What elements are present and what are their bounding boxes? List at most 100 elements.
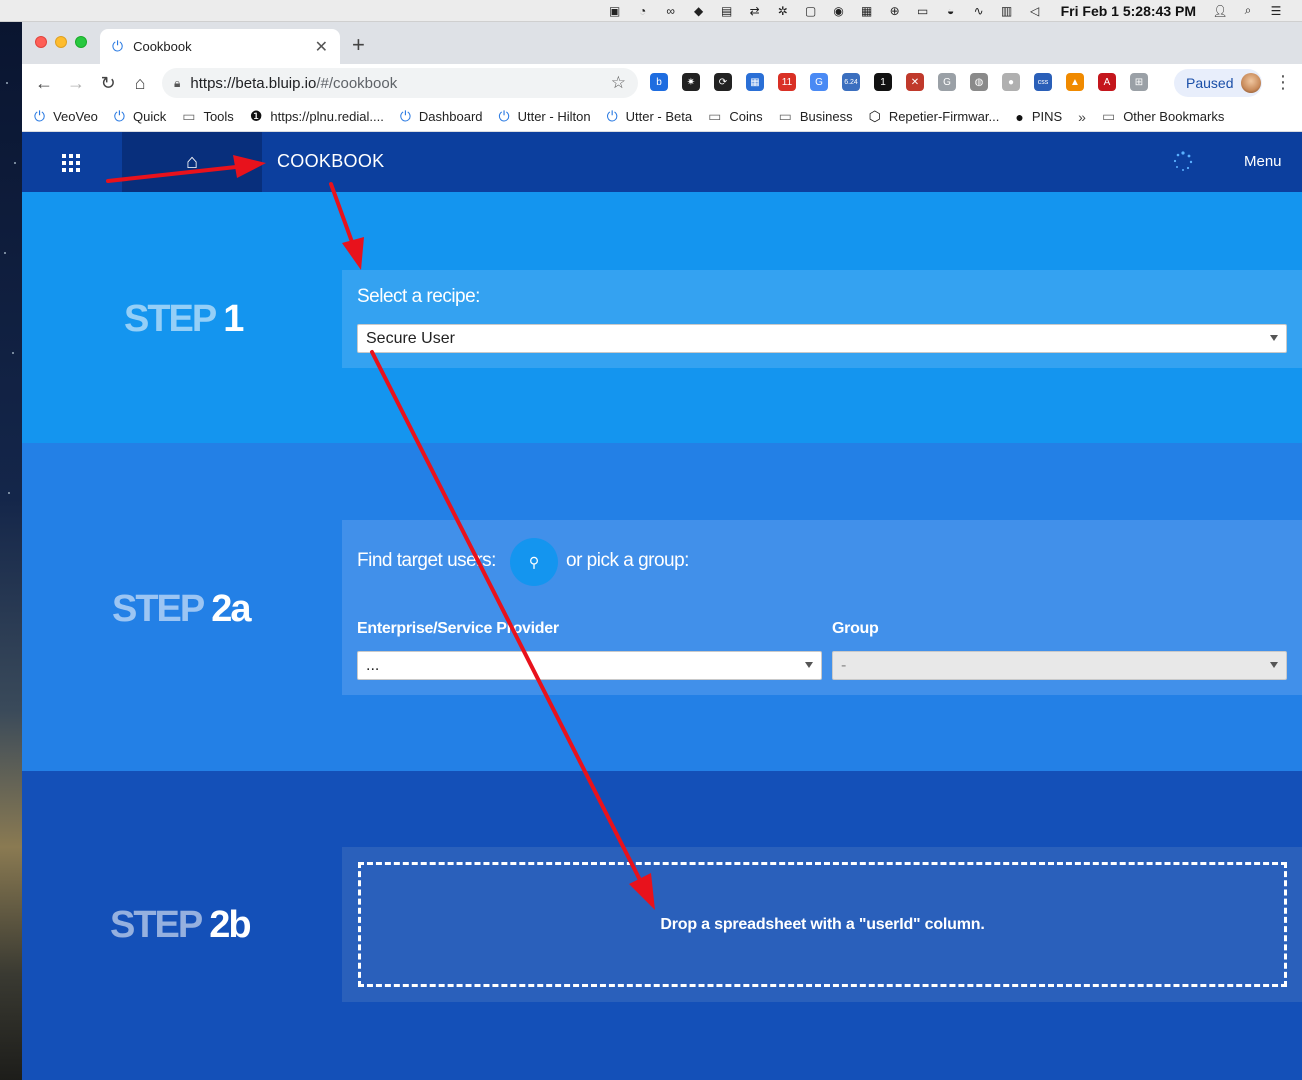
tab-cookbook[interactable]: ⏻ Cookbook ✕ — [100, 29, 340, 64]
mac-menubar: ▣ ◔ ∞ ◆ ▤ ⇄ ✲ ▢ ◉ ▦ ⊕ ▭ ◒ ∿ ▥ ◁ Fri Feb 1 5:28:43 PM 👤︎… — [0, 0, 1302, 22]
reload-button[interactable]: ↻ — [92, 73, 124, 94]
display-icon[interactable]: ▭ — [914, 4, 932, 18]
timer-icon[interactable]: ◔ — [634, 4, 652, 18]
zoom-window-button[interactable] — [75, 36, 87, 48]
bookmark-item[interactable]: ▭ Business — [779, 108, 853, 125]
profile-status: Paused — [1186, 75, 1234, 91]
cc-icon[interactable]: ▣ — [606, 4, 624, 18]
bookmark-label: Repetier-Firmwar... — [888, 109, 1000, 124]
calendar-grid-icon[interactable]: ▦ — [746, 73, 764, 91]
recipe-select[interactable]: Secure User — [357, 324, 1287, 353]
globe-ext-icon[interactable]: ◍ — [970, 73, 988, 91]
grid-icon[interactable]: ▦ — [858, 4, 876, 18]
minimize-window-button[interactable] — [55, 36, 67, 48]
bookmark-item[interactable]: ⏻ Quick — [114, 108, 166, 125]
group-select[interactable]: - — [832, 651, 1287, 680]
spreadsheet-dropzone[interactable]: Drop a spreadsheet with a "userId" colum… — [358, 862, 1287, 987]
apps-grid-icon[interactable] — [62, 154, 80, 172]
avatar — [1241, 73, 1262, 93]
bookmark-item[interactable]: ⏻ Utter - Hilton — [499, 108, 591, 125]
spotlight-search-icon[interactable]: ⌕ — [1239, 3, 1257, 18]
apps-ext-icon[interactable]: ⊞ — [1130, 73, 1148, 91]
docker-icon[interactable]: ▤ — [718, 4, 736, 18]
screen-icon[interactable]: ▢ — [802, 4, 820, 18]
tab-title: Cookbook — [133, 39, 192, 54]
pdf-icon[interactable]: A — [1098, 73, 1116, 91]
bookmark-item[interactable]: ⏻ Dashboard — [400, 108, 483, 125]
creative-cloud-icon[interactable]: ∞ — [662, 4, 680, 18]
teamviewer-icon[interactable]: ⇄ — [746, 4, 764, 18]
status-tray: ▣ ◔ ∞ ◆ ▤ ⇄ ✲ ▢ ◉ ▦ ⊕ ▭ ◒ ∿ ▥ ◁ — [601, 4, 1049, 18]
bookmark-item[interactable]: ⏻ Utter - Beta — [607, 108, 693, 125]
search-users-button[interactable]: ⚲ — [510, 538, 558, 586]
folder-icon: ▭ — [182, 108, 196, 124]
power-icon: ⏻ — [606, 108, 618, 124]
speed-icon[interactable]: 6.24 — [842, 73, 860, 91]
profile-button[interactable]: Paused — [1174, 69, 1262, 97]
browser-window: ⏻ Cookbook ✕ + ← → ↻ ⌂ 🔒︎ https://beta.b… — [22, 22, 1302, 1080]
back-button[interactable]: ← — [28, 73, 60, 94]
new-tab-button[interactable]: + — [352, 32, 365, 58]
folder-icon: ▭ — [708, 108, 722, 124]
desktop-background — [0, 22, 22, 1080]
address-bar[interactable]: 🔒︎ https://beta.bluip.io/#/cookbook ☆ — [162, 68, 638, 98]
search-icon: ⚲ — [528, 553, 540, 570]
translate-icon[interactable]: G — [810, 73, 828, 91]
bookmark-item[interactable]: ⏻ VeoVeo — [34, 108, 98, 125]
bookmark-star-icon[interactable]: ☆ — [611, 73, 626, 93]
gear-ext-icon[interactable]: ✷ — [682, 73, 700, 91]
other-bookmarks[interactable]: ▭ Other Bookmarks — [1102, 108, 1224, 125]
bookmark-label: Coins — [729, 109, 763, 124]
bookmark-item[interactable]: ⬡ Repetier-Firmwar... — [869, 108, 1000, 125]
close-window-button[interactable] — [35, 36, 47, 48]
home-button[interactable]: ⌂ — [122, 132, 262, 192]
vpn-icon[interactable]: ◒ — [942, 4, 960, 18]
onepassword-icon[interactable]: 1 — [874, 73, 892, 91]
recipe-select-value: Secure User — [366, 330, 455, 347]
find-users-label: Find target users: — [357, 550, 496, 571]
menubar-clock[interactable]: Fri Feb 1 5:28:43 PM — [1061, 3, 1196, 19]
bookmark-item[interactable]: ▭ Tools — [182, 108, 234, 125]
sync-icon[interactable]: ⟳ — [714, 73, 732, 91]
css-icon[interactable]: css — [1034, 73, 1052, 91]
bookmarks-overflow-button[interactable]: » — [1078, 109, 1086, 125]
close-tab-icon[interactable]: ✕ — [315, 37, 328, 57]
tab-bar: ⏻ Cookbook ✕ + — [22, 22, 1302, 64]
home-button[interactable]: ⌂ — [124, 73, 156, 94]
lifebuoy-icon[interactable]: ⊕ — [886, 4, 904, 18]
circle-ext-icon[interactable]: ● — [1002, 73, 1020, 91]
volume-icon[interactable]: ◁ — [1026, 4, 1044, 18]
user-icon[interactable]: 👤︎ — [1211, 4, 1229, 18]
step-2a-label: STEP 2a — [112, 588, 252, 631]
more-menu-icon[interactable]: ⋮ — [1274, 72, 1292, 93]
notification-center-icon[interactable]: ☰ — [1267, 4, 1285, 18]
adblock-icon[interactable]: ✕ — [906, 73, 924, 91]
grammarly-icon[interactable]: G — [938, 73, 956, 91]
bookmark-item[interactable]: ▭ Coins — [708, 108, 762, 125]
power-icon: ⏻ — [112, 38, 124, 54]
octopus-icon[interactable]: ✲ — [774, 4, 792, 18]
bookmark-label: Tools — [203, 109, 234, 124]
bookmark-item[interactable]: ● PINS — [1015, 109, 1062, 125]
group-select-value: - — [841, 657, 847, 674]
lock-icon[interactable]: 🔒︎ — [174, 76, 180, 91]
calendar-badge-icon[interactable]: 11 — [778, 73, 796, 91]
enterprise-select[interactable]: ... — [357, 651, 822, 680]
page-title: COOKBOOK — [277, 151, 385, 171]
power-icon: ⏻ — [34, 108, 46, 124]
bitly-icon[interactable]: b — [650, 73, 668, 91]
bookmark-label: Business — [799, 109, 853, 124]
bookmark-item[interactable]: ❶ https://plnu.redial.... — [250, 108, 384, 125]
nvidia-icon[interactable]: ◉ — [830, 4, 848, 18]
memory-icon[interactable]: ▥ — [998, 4, 1016, 18]
vlc-icon[interactable]: ▲ — [1066, 73, 1084, 91]
bookmark-label: https://plnu.redial.... — [270, 109, 384, 124]
chevron-down-icon — [805, 662, 813, 668]
group-label: Group — [832, 620, 879, 637]
url-path: /#/cookbook — [316, 74, 398, 92]
dropbox-icon[interactable]: ◆ — [690, 4, 708, 18]
forward-button[interactable]: → — [60, 73, 92, 94]
activity-icon[interactable]: ∿ — [970, 4, 988, 18]
chevron-down-icon — [1270, 662, 1278, 668]
menu-button[interactable]: Menu — [1244, 153, 1282, 170]
